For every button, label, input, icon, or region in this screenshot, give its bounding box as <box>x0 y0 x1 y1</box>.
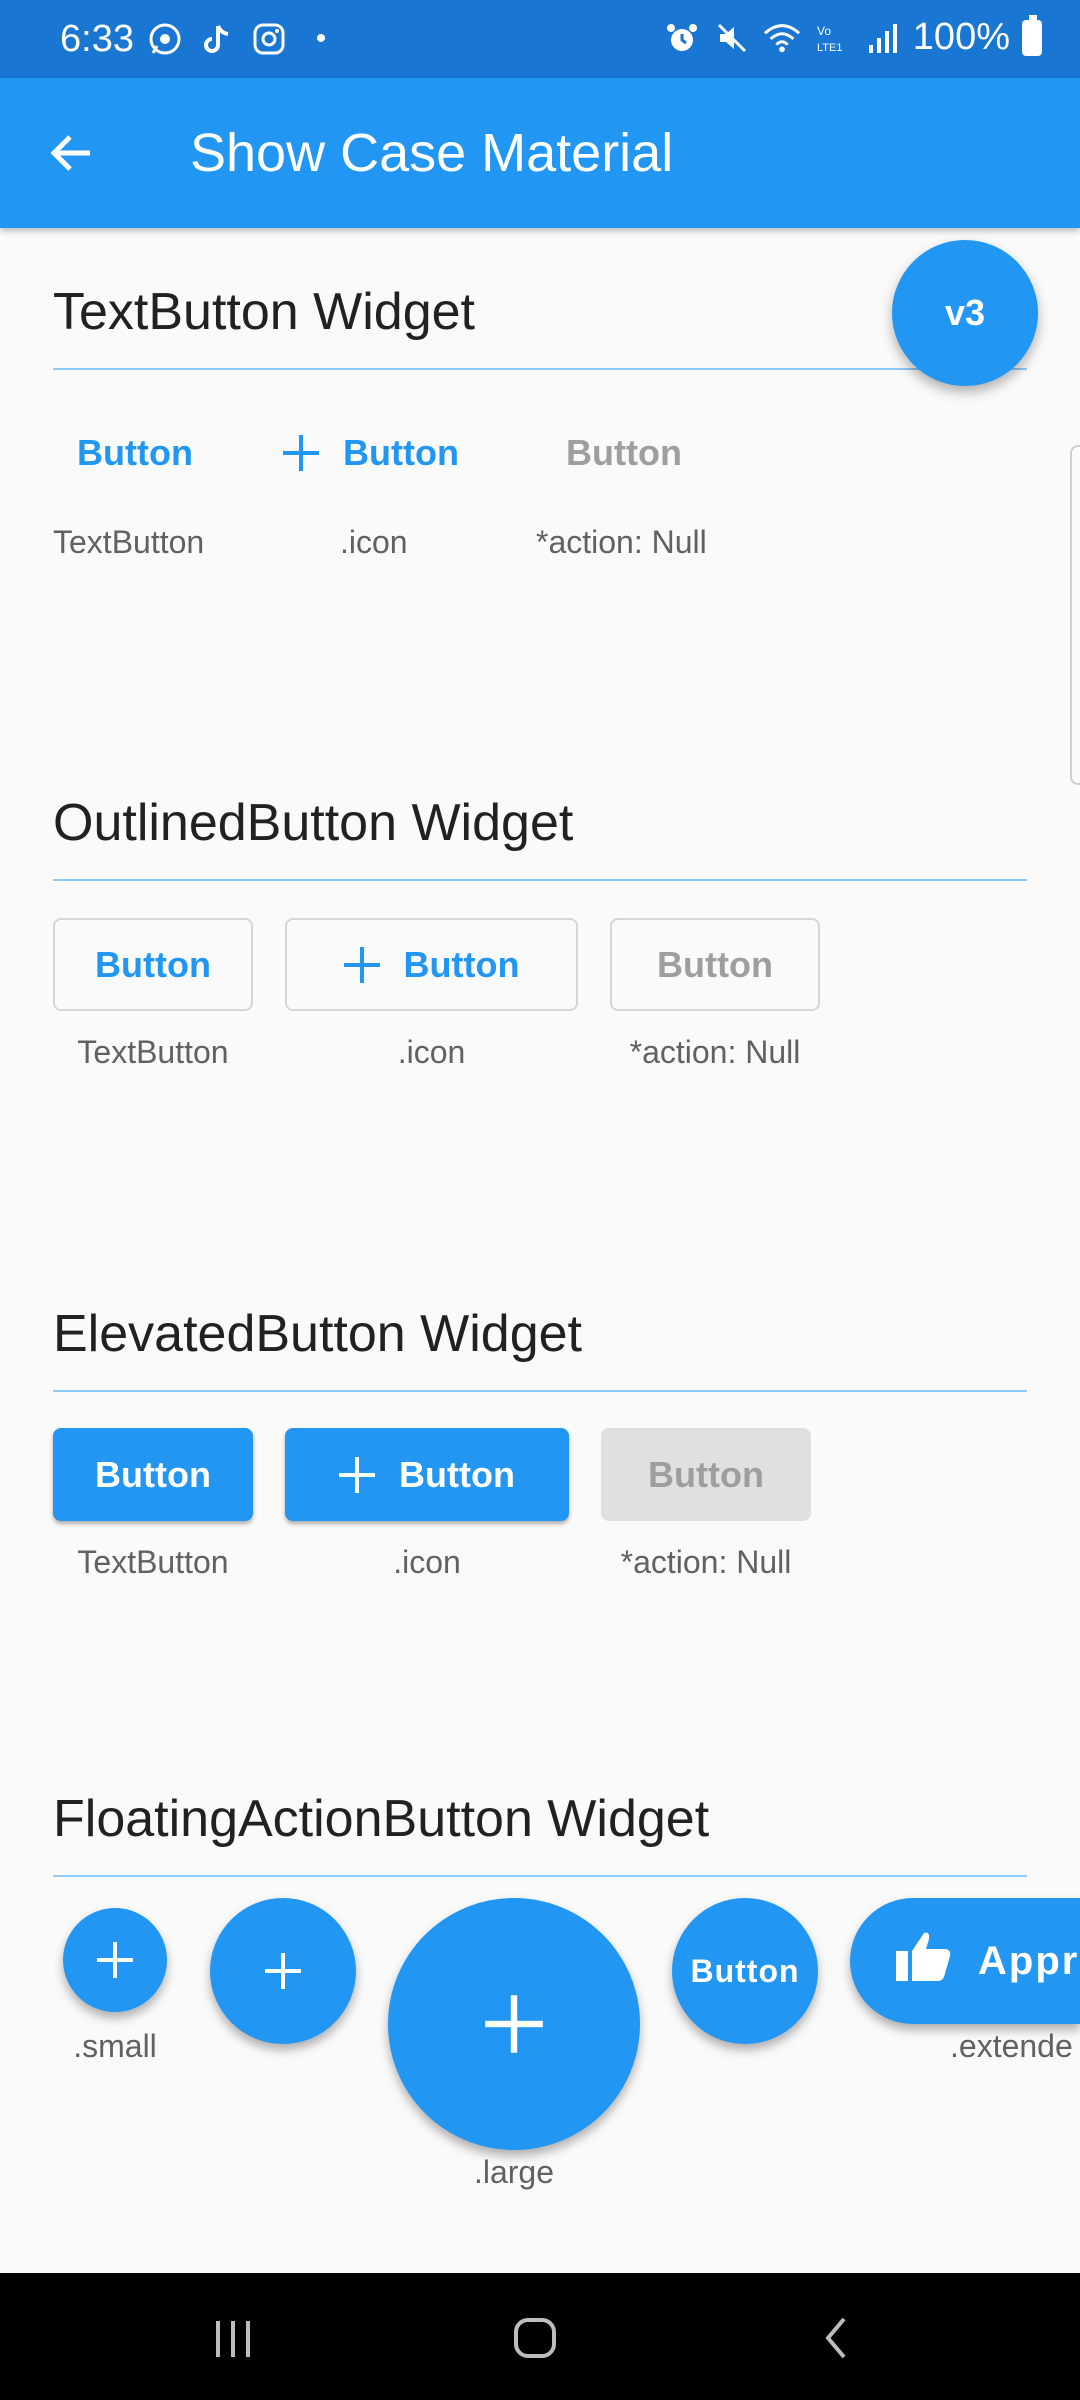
outlined-button-disabled: Button <box>610 918 820 1011</box>
section-title-fab: FloatingActionButton Widget <box>53 1790 710 1848</box>
section-divider <box>53 1875 1027 1877</box>
version-fab[interactable]: v3 <box>892 240 1038 386</box>
mute-icon <box>713 19 751 57</box>
elevated-button-icon-label: Button <box>399 1453 515 1495</box>
elevated-button[interactable]: Button <box>53 1428 253 1521</box>
text-button-disabled-label: Button <box>566 432 682 473</box>
home-icon[interactable] <box>500 2303 570 2373</box>
section-title-outlinedbutton: OutlinedButton Widget <box>53 794 574 852</box>
label-extended: .extende <box>950 2028 1073 2064</box>
elevated-button-label: Button <box>95 1453 211 1495</box>
instagram-icon <box>250 20 288 58</box>
arrow-back-icon[interactable] <box>42 123 102 183</box>
status-time: 6:33 <box>60 18 134 60</box>
wifi-icon <box>763 19 801 57</box>
signal-icon <box>863 19 901 57</box>
label-icon: .icon <box>397 1034 466 1070</box>
elevated-button-disabled-label: Button <box>648 1453 764 1495</box>
label-large: .large <box>473 2154 555 2190</box>
label-action-null: *action: Null <box>629 1034 801 1070</box>
outlined-button-icon[interactable]: Button <box>285 918 578 1011</box>
label-textbutton: TextButton <box>77 1034 229 1070</box>
outlined-button[interactable]: Button <box>53 918 253 1011</box>
text-button[interactable]: Button <box>77 432 193 474</box>
add-icon <box>97 1942 133 1978</box>
elevated-button-icon[interactable]: Button <box>285 1428 569 1521</box>
svg-text:LTE1: LTE1 <box>817 42 842 54</box>
fab-small[interactable] <box>63 1908 167 2012</box>
section-title-elevatedbutton: ElevatedButton Widget <box>53 1305 582 1363</box>
whatsapp-icon <box>146 20 184 58</box>
fab-extended[interactable]: Appro <box>850 1898 1080 2024</box>
tiktok-icon <box>198 20 236 58</box>
add-icon <box>343 946 380 983</box>
text-button-label: Button <box>77 432 193 473</box>
section-divider <box>53 368 1027 370</box>
battery-percent: 100% <box>912 16 1010 58</box>
section-divider <box>53 879 1027 881</box>
text-button-icon[interactable]: Button <box>283 432 459 474</box>
label-icon: .icon <box>393 1544 461 1580</box>
status-bar: 6:33 • Vo LTE1 100% <box>0 0 1080 78</box>
back-icon[interactable] <box>802 2303 872 2373</box>
fab-text-label: Button <box>690 1952 800 1989</box>
outlined-button-icon-label: Button <box>403 943 520 985</box>
add-icon <box>339 1456 376 1493</box>
fab-regular[interactable] <box>210 1898 356 2044</box>
volte-icon: Vo LTE1 <box>813 19 851 57</box>
text-button-icon-label: Button <box>343 432 459 473</box>
label-textbutton: TextButton <box>77 1544 229 1580</box>
text-button-disabled: Button <box>566 432 682 474</box>
page-title: Show Case Material <box>190 123 674 183</box>
fab-large[interactable] <box>388 1898 640 2150</box>
add-icon <box>265 1953 301 1989</box>
outlined-button-disabled-label: Button <box>657 943 773 985</box>
outlined-button-label: Button <box>95 943 211 985</box>
add-icon <box>283 435 319 471</box>
app-bar: Show Case Material <box>0 78 1080 228</box>
recent-apps-icon[interactable] <box>198 2303 268 2373</box>
showcase-content: TextButton Widget Button Button Button T… <box>0 228 1080 2273</box>
fab-text-button[interactable]: Button <box>672 1898 818 2044</box>
battery-icon <box>1022 14 1042 56</box>
svg-text:Vo: Vo <box>817 24 831 38</box>
label-action-null: *action: Null <box>536 524 707 560</box>
section-title-textbutton: TextButton Widget <box>53 283 475 341</box>
thumb-up-icon <box>894 1929 952 1993</box>
label-textbutton: TextButton <box>53 524 205 560</box>
label-icon: .icon <box>340 524 408 560</box>
label-action-null: *action: Null <box>620 1544 792 1580</box>
section-divider <box>53 1390 1027 1392</box>
alarm-icon <box>663 19 701 57</box>
status-dot: • <box>315 22 327 55</box>
system-nav-bar <box>0 2273 1080 2400</box>
add-icon <box>485 1995 543 2053</box>
elevated-button-disabled: Button <box>601 1428 811 1521</box>
fab-extended-label: Appro <box>978 1938 1080 1983</box>
label-small: .small <box>73 2028 157 2064</box>
